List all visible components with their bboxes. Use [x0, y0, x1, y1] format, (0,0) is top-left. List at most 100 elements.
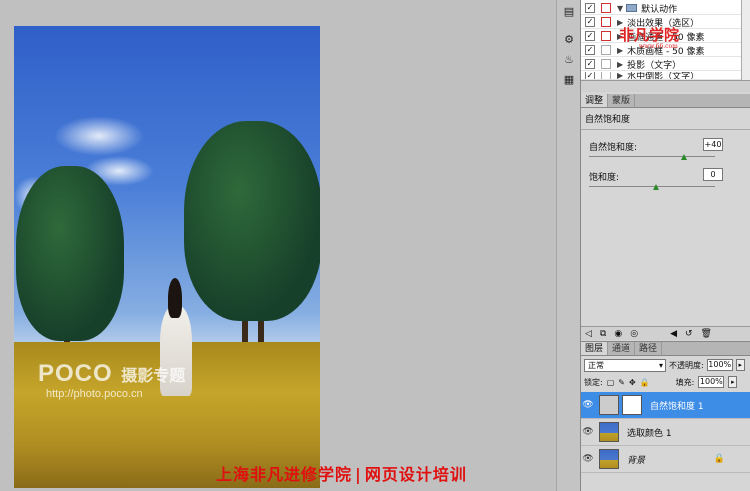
- folder-icon: [626, 4, 638, 12]
- layer-row-background[interactable]: 👁 背景 🔒: [581, 446, 750, 473]
- layers-tabs: 图层 通道 路径: [581, 342, 750, 356]
- saturation-value-field[interactable]: 0: [703, 168, 723, 181]
- vibrance-slider-thumb[interactable]: [681, 154, 687, 160]
- clone-source-icon[interactable]: ♨: [560, 52, 578, 68]
- tab-paths[interactable]: 路径: [635, 342, 663, 355]
- adjustment-layer-thumb: [599, 395, 619, 415]
- check-icon[interactable]: ✓: [585, 31, 595, 41]
- reset-icon[interactable]: ↺: [685, 329, 693, 339]
- dialog-toggle-icon[interactable]: [601, 45, 611, 55]
- tab-channels[interactable]: 通道: [608, 342, 636, 355]
- actions-scrollbar[interactable]: [741, 0, 750, 80]
- saturation-slider-track[interactable]: [589, 186, 715, 187]
- lock-all-icon[interactable]: 🔒: [640, 378, 650, 387]
- lock-icon: 🔒: [713, 454, 725, 464]
- banner-right: 网页设计培训: [364, 465, 467, 484]
- clip-icon[interactable]: ⧉: [600, 329, 606, 339]
- document-canvas[interactable]: POCO 摄影专题 http://photo.poco.cn: [0, 0, 548, 491]
- lock-transparent-icon[interactable]: ▢: [607, 378, 615, 387]
- logo-url: www.66.com: [639, 43, 678, 50]
- tab-adjustments[interactable]: 调整: [581, 94, 609, 107]
- bottom-banner: 上海非凡进修学院 | 网页设计培训: [216, 461, 467, 485]
- layer-name[interactable]: 自然饱和度 1: [650, 399, 704, 412]
- layer-mask-thumb[interactable]: [622, 395, 642, 415]
- brushes-icon[interactable]: ⚙: [560, 32, 578, 48]
- cloud: [54, 116, 144, 156]
- collapse-triangle-icon[interactable]: ▶: [617, 60, 623, 69]
- eye-icon[interactable]: 👁: [581, 427, 595, 437]
- school-logo: 非凡学院 www.66.com: [619, 24, 679, 50]
- adjustments-panel: 调整 蒙版 自然饱和度 自然饱和度: +40 饱和度: 0 ◁ ⧉ ◉ ◎ ◀ …: [581, 94, 750, 340]
- vibrance-label: 自然饱和度:: [589, 143, 638, 153]
- layer-thumb: [599, 422, 619, 442]
- eye-icon[interactable]: ◎: [630, 329, 638, 339]
- vibrance-slider-row: 自然饱和度: +40: [587, 136, 745, 166]
- trash-icon[interactable]: 🗑: [701, 329, 712, 339]
- actions-panel: ✓ ▼ 默认动作 ✓ ▶ 淡出效果（选区） ✓ ▶ 画框通道 - 50 像素 ✓…: [581, 0, 750, 92]
- lock-label: 锁定:: [584, 377, 603, 387]
- layer-row-selective-color[interactable]: 👁 选取颜色 1: [581, 419, 750, 446]
- layer-name[interactable]: 背景: [627, 453, 645, 466]
- watermark-brand: POCO: [38, 360, 113, 387]
- dialog-toggle-icon[interactable]: [601, 31, 611, 41]
- vibrance-slider-track[interactable]: [589, 156, 715, 157]
- opacity-arrow-icon[interactable]: ▸: [735, 359, 745, 371]
- banner-separator: |: [355, 465, 362, 484]
- saturation-slider-thumb[interactable]: [653, 184, 659, 190]
- watermark-brand-cn: 摄影专题: [121, 368, 186, 385]
- adjustments-tabs: 调整 蒙版: [581, 94, 750, 108]
- visibility-icon[interactable]: ◉: [614, 329, 622, 339]
- fill-label: 填充:: [675, 377, 695, 387]
- adjustments-footer-toolbar: ◁ ⧉ ◉ ◎ ◀ ↺ 🗑: [581, 326, 750, 340]
- vibrance-value-field[interactable]: +40: [703, 138, 723, 151]
- eye-icon[interactable]: 👁: [581, 400, 595, 410]
- check-icon[interactable]: ✓: [585, 3, 595, 13]
- adjustment-title: 自然饱和度: [585, 115, 631, 125]
- layer-name[interactable]: 选取颜色 1: [627, 426, 672, 439]
- poco-watermark: POCO 摄影专题 http://photo.poco.cn: [38, 360, 185, 400]
- blend-row: 正常 不透明度: 100% ▸: [581, 356, 750, 374]
- tab-layers[interactable]: 图层: [581, 342, 609, 355]
- tree-right: [184, 121, 320, 321]
- return-icon[interactable]: ◁: [585, 329, 592, 339]
- panel-dock-strip: ▤ ⚙ ♨ ▦: [556, 0, 580, 491]
- photo-image: [14, 26, 320, 488]
- action-set-label: 默认动作: [641, 4, 678, 15]
- blend-mode-select[interactable]: 正常: [584, 358, 666, 372]
- check-icon[interactable]: ✓: [585, 17, 595, 27]
- action-row[interactable]: ✓ ▶ 水中倒影（文字）: [581, 72, 741, 80]
- divider: [581, 129, 750, 130]
- action-label: 投影（文字）: [627, 60, 682, 71]
- opacity-field[interactable]: 100%: [706, 359, 733, 371]
- lock-pixels-icon[interactable]: ✎: [618, 378, 625, 387]
- eye-icon[interactable]: 👁: [581, 454, 595, 464]
- tool-presets-icon[interactable]: ▦: [560, 72, 578, 88]
- dialog-toggle-icon[interactable]: [601, 17, 611, 27]
- fill-field[interactable]: 100%: [698, 376, 725, 388]
- layer-row-vibrance[interactable]: 👁 自然饱和度 1: [581, 392, 750, 419]
- saturation-label: 饱和度:: [589, 173, 620, 183]
- history-icon[interactable]: ▤: [560, 4, 578, 20]
- dialog-toggle-icon[interactable]: [601, 59, 611, 69]
- previous-state-icon[interactable]: ◀: [670, 329, 677, 339]
- tab-masks[interactable]: 蒙版: [608, 94, 636, 107]
- check-icon[interactable]: ✓: [585, 72, 595, 79]
- action-row[interactable]: ✓ ▶ 投影（文字）: [581, 58, 741, 71]
- tree-left: [16, 166, 124, 341]
- expand-triangle-icon[interactable]: ▼: [617, 4, 623, 13]
- action-set-row[interactable]: ✓ ▼ 默认动作: [581, 2, 741, 15]
- banner-left: 上海非凡进修学院: [216, 465, 353, 484]
- collapse-triangle-icon[interactable]: ▶: [617, 72, 623, 79]
- dialog-toggle-icon[interactable]: [601, 3, 611, 13]
- logo-text: 非凡学院: [619, 26, 680, 44]
- actions-footer-toolbar: [581, 80, 750, 92]
- lock-position-icon[interactable]: ✥: [629, 378, 636, 387]
- layer-thumb: [599, 449, 619, 469]
- dialog-toggle-icon[interactable]: [601, 72, 611, 79]
- check-icon[interactable]: ✓: [585, 45, 595, 55]
- fill-arrow-icon[interactable]: ▸: [728, 376, 738, 388]
- check-icon[interactable]: ✓: [585, 59, 595, 69]
- action-label: 水中倒影（文字）: [627, 72, 700, 80]
- saturation-slider-row: 饱和度: 0: [587, 166, 745, 196]
- layers-panel: 图层 通道 路径 正常 不透明度: 100% ▸ 锁定: ▢ ✎ ✥ 🔒 填充:…: [581, 341, 750, 491]
